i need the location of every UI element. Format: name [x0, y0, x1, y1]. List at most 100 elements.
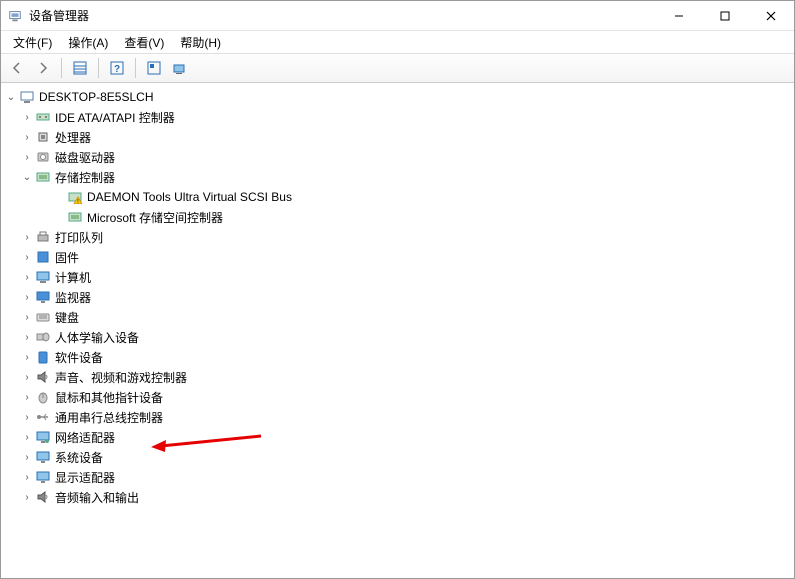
minimize-button[interactable] — [656, 1, 702, 30]
expand-icon[interactable]: › — [19, 112, 35, 123]
category-label: 计算机 — [55, 269, 91, 286]
toolbar-separator — [98, 58, 99, 78]
category-network[interactable]: › 网络适配器 — [3, 427, 792, 447]
ide-icon — [35, 109, 51, 125]
maximize-button[interactable] — [702, 1, 748, 30]
expand-icon[interactable]: › — [19, 312, 35, 323]
category-display[interactable]: › 显示适配器 — [3, 467, 792, 487]
category-sound[interactable]: › 声音、视频和游戏控制器 — [3, 367, 792, 387]
category-label: 打印队列 — [55, 229, 103, 246]
expand-icon[interactable]: › — [19, 272, 35, 283]
expand-icon[interactable]: › — [19, 252, 35, 263]
computer-icon — [19, 89, 35, 105]
svg-text:?: ? — [114, 64, 120, 75]
category-label: 网络适配器 — [55, 429, 115, 446]
expand-icon[interactable]: › — [19, 232, 35, 243]
category-cpu[interactable]: › 处理器 — [3, 127, 792, 147]
category-label: 声音、视频和游戏控制器 — [55, 369, 187, 386]
root-node[interactable]: ⌄ DESKTOP-8E5SLCH — [3, 87, 792, 107]
expand-icon[interactable]: › — [19, 372, 35, 383]
mouse-icon — [35, 389, 51, 405]
category-printq[interactable]: › 打印队列 — [3, 227, 792, 247]
expand-icon[interactable]: › — [19, 352, 35, 363]
category-label: 系统设备 — [55, 449, 103, 466]
menu-help[interactable]: 帮助(H) — [174, 32, 227, 53]
category-ide[interactable]: › IDE ATA/ATAPI 控制器 — [3, 107, 792, 127]
device-daemon[interactable]: ! DAEMON Tools Ultra Virtual SCSI Bus — [3, 187, 792, 207]
refresh-button[interactable] — [168, 56, 192, 80]
cpu-icon — [35, 129, 51, 145]
menubar: 文件(F) 操作(A) 查看(V) 帮助(H) — [1, 31, 794, 53]
speaker-icon — [35, 369, 51, 385]
category-computer[interactable]: › 计算机 — [3, 267, 792, 287]
category-label: 人体学输入设备 — [55, 329, 139, 346]
expand-icon[interactable]: › — [19, 132, 35, 143]
toolbar: ? — [1, 53, 794, 83]
menu-action[interactable]: 操作(A) — [62, 32, 114, 53]
category-label: 磁盘驱动器 — [55, 149, 115, 166]
root-label: DESKTOP-8E5SLCH — [39, 90, 154, 104]
back-button[interactable] — [5, 56, 29, 80]
expand-icon[interactable]: › — [19, 472, 35, 483]
device-manager-window: 设备管理器 文件(F) 操作(A) 查看(V) 帮助(H) ? ⌄ DESKTO… — [0, 0, 795, 579]
network-icon — [35, 429, 51, 445]
device-tree: ⌄ DESKTOP-8E5SLCH › IDE ATA/ATAPI 控制器 › … — [3, 87, 792, 507]
expand-icon[interactable]: › — [19, 432, 35, 443]
device-label: Microsoft 存储空间控制器 — [87, 209, 223, 226]
storage-icon — [67, 209, 83, 225]
category-softdev[interactable]: › 软件设备 — [3, 347, 792, 367]
expand-icon[interactable]: › — [19, 292, 35, 303]
category-label: 软件设备 — [55, 349, 103, 366]
forward-button[interactable] — [31, 56, 55, 80]
scan-button[interactable] — [142, 56, 166, 80]
collapse-icon[interactable]: ⌄ — [19, 172, 35, 183]
system-icon — [35, 449, 51, 465]
usb-icon — [35, 409, 51, 425]
category-storage[interactable]: ⌄ 存储控制器 — [3, 167, 792, 187]
expand-icon[interactable]: › — [19, 152, 35, 163]
printer-icon — [35, 229, 51, 245]
close-button[interactable] — [748, 1, 794, 30]
toolbar-separator — [135, 58, 136, 78]
disk-icon — [35, 149, 51, 165]
window-title: 设备管理器 — [29, 7, 656, 24]
category-usb[interactable]: › 通用串行总线控制器 — [3, 407, 792, 427]
category-label: 存储控制器 — [55, 169, 115, 186]
tree-area[interactable]: ⌄ DESKTOP-8E5SLCH › IDE ATA/ATAPI 控制器 › … — [1, 82, 794, 578]
category-hid[interactable]: › 人体学输入设备 — [3, 327, 792, 347]
titlebar: 设备管理器 — [1, 1, 794, 31]
category-label: 监视器 — [55, 289, 91, 306]
window-controls — [656, 1, 794, 30]
display-icon — [35, 469, 51, 485]
expand-icon[interactable]: › — [19, 452, 35, 463]
device-label: DAEMON Tools Ultra Virtual SCSI Bus — [87, 190, 292, 204]
show-hide-tree-button[interactable] — [68, 56, 92, 80]
category-label: 键盘 — [55, 309, 79, 326]
hid-icon — [35, 329, 51, 345]
expand-icon[interactable]: › — [19, 412, 35, 423]
menu-view[interactable]: 查看(V) — [118, 32, 170, 53]
device-msstorage[interactable]: Microsoft 存储空间控制器 — [3, 207, 792, 227]
category-monitor[interactable]: › 监视器 — [3, 287, 792, 307]
category-keyboard[interactable]: › 键盘 — [3, 307, 792, 327]
firmware-icon — [35, 249, 51, 265]
category-label: 通用串行总线控制器 — [55, 409, 163, 426]
storage-warn-icon: ! — [67, 189, 83, 205]
help-button[interactable]: ? — [105, 56, 129, 80]
category-audio[interactable]: › 音频输入和输出 — [3, 487, 792, 507]
audio-icon — [35, 489, 51, 505]
category-label: 显示适配器 — [55, 469, 115, 486]
expand-icon[interactable]: › — [19, 332, 35, 343]
menu-file[interactable]: 文件(F) — [7, 32, 58, 53]
category-mouse[interactable]: › 鼠标和其他指针设备 — [3, 387, 792, 407]
expand-icon[interactable]: › — [19, 392, 35, 403]
category-label: IDE ATA/ATAPI 控制器 — [55, 109, 175, 126]
toolbar-separator — [61, 58, 62, 78]
category-disk[interactable]: › 磁盘驱动器 — [3, 147, 792, 167]
category-system[interactable]: › 系统设备 — [3, 447, 792, 467]
expand-icon[interactable]: › — [19, 492, 35, 503]
monitor-icon — [35, 289, 51, 305]
collapse-icon[interactable]: ⌄ — [3, 92, 19, 103]
category-firmware[interactable]: › 固件 — [3, 247, 792, 267]
computer-icon — [35, 269, 51, 285]
